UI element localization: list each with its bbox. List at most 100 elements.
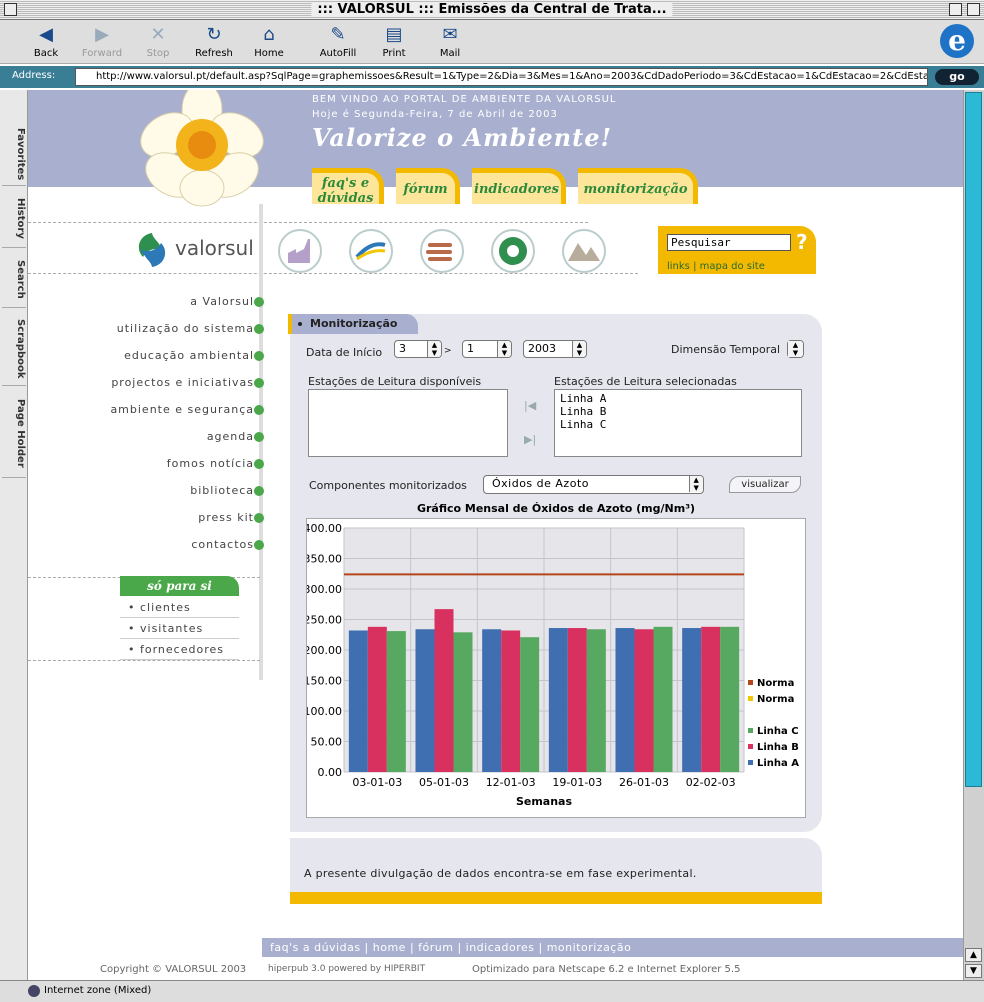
scroll-up-arrow-icon[interactable]: ▲ <box>965 948 982 962</box>
experimental-notice: A presente divulgação de dados encontra-… <box>304 867 697 880</box>
menu-item-fomos-noticia[interactable]: fomos notícia <box>167 457 254 470</box>
year-select[interactable]: 2003 ▲ ▼ <box>523 340 587 358</box>
spinner-icon[interactable]: ▲ ▼ <box>788 341 803 357</box>
y-tick-label: 300.00 <box>307 583 342 596</box>
tab-monitorizacao[interactable]: monitorização <box>578 168 698 204</box>
menu-bullet-icon <box>254 459 264 469</box>
link-clientes[interactable]: • clientes <box>120 598 239 618</box>
menu-item-biblioteca[interactable]: biblioteca <box>190 484 254 497</box>
sidetab-search[interactable]: Search <box>2 252 26 308</box>
day-select[interactable]: 3 ▲ ▼ <box>394 340 442 358</box>
sidetab-page-holder[interactable]: Page Holder <box>2 390 26 478</box>
bar-linha-a <box>548 628 568 772</box>
spinner-icon[interactable]: ▲ ▼ <box>427 341 441 357</box>
bar-linha-a <box>682 628 702 772</box>
ie-logo-icon: e <box>940 24 974 58</box>
slogan: Valorize o Ambiente! <box>312 123 612 152</box>
scroll-thumb[interactable] <box>965 92 982 787</box>
menu-bullet-icon <box>254 432 264 442</box>
tab-faqs[interactable]: faq's e dúvidas <box>312 168 384 206</box>
chart-container: 0.00 50.00 100.00 150.00 200.00 250.00 300.00 3… <box>304 518 806 818</box>
panel-title: Monitorização <box>288 314 418 334</box>
bar-linha-a <box>482 629 502 772</box>
dimensao-temporal-select[interactable]: ▲ ▼ <box>787 340 804 358</box>
data-inicio-label: Data de Início <box>306 346 383 359</box>
menu-item-a-valorsul[interactable]: a Valorsul <box>190 295 254 308</box>
search-links[interactable]: links | mapa do site <box>667 261 765 272</box>
back-button[interactable]: ◀ Back <box>16 24 76 59</box>
spinner-icon[interactable]: ▲ ▼ <box>497 341 511 357</box>
menu-item-utilizacao[interactable]: utilização do sistema <box>117 322 254 335</box>
mountains-icon[interactable] <box>562 229 606 273</box>
forward-arrow-icon: ▶ <box>95 24 109 45</box>
spinner-icon[interactable]: ▲ ▼ <box>689 476 703 492</box>
globe-icon <box>28 985 40 997</box>
menu-item-projectos[interactable]: projectos e iniciativas <box>111 376 254 389</box>
menu-item-agenda[interactable]: agenda <box>207 430 254 443</box>
month-select[interactable]: 1 ▲ ▼ <box>462 340 512 358</box>
powered-by[interactable]: hiperpub 3.0 powered by HIPERBIT <box>268 964 425 974</box>
move-left-icon[interactable]: |◀ <box>524 399 536 412</box>
link-fornecedores[interactable]: • fornecedores <box>120 640 239 660</box>
footer-links[interactable]: faq's a dúvidas | home | fórum | indicad… <box>262 938 963 957</box>
stop-button[interactable]: ✕ Stop <box>128 24 188 59</box>
autofill-button[interactable]: ✎ AutoFill <box>308 24 368 59</box>
menu-item-ambiente[interactable]: ambiente e segurança <box>110 403 254 416</box>
explorer-sidebar-tabs: Favorites History Search Scrapbook Page … <box>0 90 28 980</box>
vertical-scrollbar[interactable]: ▲ ▼ <box>963 90 984 980</box>
flower-emblem-icon[interactable] <box>491 229 535 273</box>
link-visitantes[interactable]: • visitantes <box>120 619 239 639</box>
refresh-button[interactable]: ↻ Refresh <box>184 24 244 59</box>
menu-item-contactos[interactable]: contactos <box>191 538 254 551</box>
valorsul-logo-icon[interactable] <box>133 229 171 271</box>
valorsul-logo-text[interactable]: valorsul <box>175 236 254 260</box>
collapse-box[interactable] <box>967 3 980 16</box>
bar-linha-b <box>634 629 654 772</box>
menu-item-educacao[interactable]: educação ambiental <box>124 349 254 362</box>
move-right-icon[interactable]: ▶| <box>524 433 536 446</box>
bar-linha-c <box>453 632 473 772</box>
bar-linha-b <box>567 628 587 772</box>
search-box: ? links | mapa do site <box>658 226 816 274</box>
tab-forum[interactable]: fórum <box>396 168 460 204</box>
menu-bullet-icon <box>254 540 264 550</box>
list-item[interactable]: Linha C <box>560 418 796 431</box>
bar-linha-b <box>701 626 721 772</box>
tab-indicadores[interactable]: indicadores <box>472 168 566 204</box>
window-titlebar[interactable]: ::: VALORSUL ::: Emissões da Central de … <box>0 0 984 20</box>
x-axis-label: Semanas <box>516 795 573 808</box>
list-item[interactable]: Linha B <box>560 405 796 418</box>
url-field[interactable]: http://www.valorsul.pt/default.asp?SqlPa… <box>75 68 928 86</box>
bar-linha-b <box>434 609 454 772</box>
forward-button[interactable]: ▶ Forward <box>72 24 132 59</box>
menu-item-press-kit[interactable]: press kit <box>198 511 254 524</box>
print-button[interactable]: ▤ Print <box>364 24 424 59</box>
visualizar-button[interactable]: visualizar <box>729 476 801 493</box>
landscape-icon[interactable] <box>349 229 393 273</box>
factory-icon[interactable] <box>278 229 322 273</box>
sidetab-history[interactable]: History <box>2 190 26 248</box>
go-button[interactable]: go <box>935 69 979 85</box>
legend-swatch <box>748 696 753 701</box>
address-label: Address: <box>12 70 56 81</box>
scroll-down-arrow-icon[interactable]: ▼ <box>965 964 982 978</box>
divider <box>28 660 260 661</box>
mail-button[interactable]: ✉ Mail <box>420 24 480 59</box>
list-item[interactable]: Linha A <box>560 392 796 405</box>
legend-label: Norma <box>757 678 794 689</box>
help-question-icon[interactable]: ? <box>796 230 808 254</box>
spinner-icon[interactable]: ▲ ▼ <box>572 341 586 357</box>
sidetab-scrapbook[interactable]: Scrapbook <box>2 312 26 386</box>
disponiveis-list[interactable] <box>308 389 508 457</box>
home-button[interactable]: ⌂ Home <box>239 24 299 59</box>
selecionadas-list[interactable]: Linha A Linha B Linha C <box>554 389 802 457</box>
refresh-icon: ↻ <box>206 24 222 45</box>
bar-linha-a <box>415 629 435 772</box>
chart-title: Gráfico Mensal de Óxidos de Azoto (mg/Nm… <box>416 502 696 515</box>
search-input[interactable] <box>667 234 791 251</box>
layers-icon[interactable] <box>420 229 464 273</box>
sidetab-favorites[interactable]: Favorites <box>2 124 26 186</box>
close-box[interactable] <box>4 3 17 16</box>
componente-select[interactable]: Óxidos de Azoto ▲ ▼ <box>483 475 704 494</box>
zoom-box[interactable] <box>949 3 962 16</box>
